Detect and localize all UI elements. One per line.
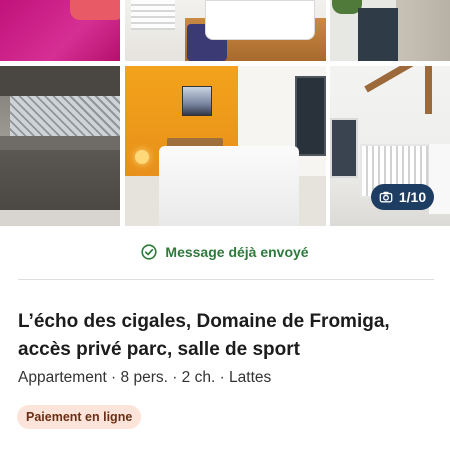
photo-counter-badge: 1/10 <box>371 184 434 210</box>
photo-bedroom-pink[interactable] <box>0 0 120 61</box>
online-payment-badge: Paiement en ligne <box>17 405 142 429</box>
photo-counter-text: 1/10 <box>398 189 427 205</box>
divider <box>18 279 434 280</box>
photo-bedroom-orange-wall[interactable] <box>125 66 326 226</box>
photo-kitchen[interactable] <box>0 66 120 226</box>
check-circle-icon <box>141 244 158 260</box>
message-sent-status: Message déjà envoyé <box>0 242 450 262</box>
camera-icon <box>379 191 393 203</box>
message-sent-label: Message déjà envoyé <box>165 244 309 260</box>
listing-meta: Appartement · 8 pers. · 2 ch. · Lattes <box>18 369 272 386</box>
photo-gallery[interactable]: 1/10 <box>0 0 450 226</box>
photo-bathroom-sink[interactable] <box>125 0 326 61</box>
listing-title[interactable]: L’écho des cigales, Domaine de Fromiga, … <box>18 308 438 364</box>
photo-entrance-door[interactable] <box>330 0 450 61</box>
